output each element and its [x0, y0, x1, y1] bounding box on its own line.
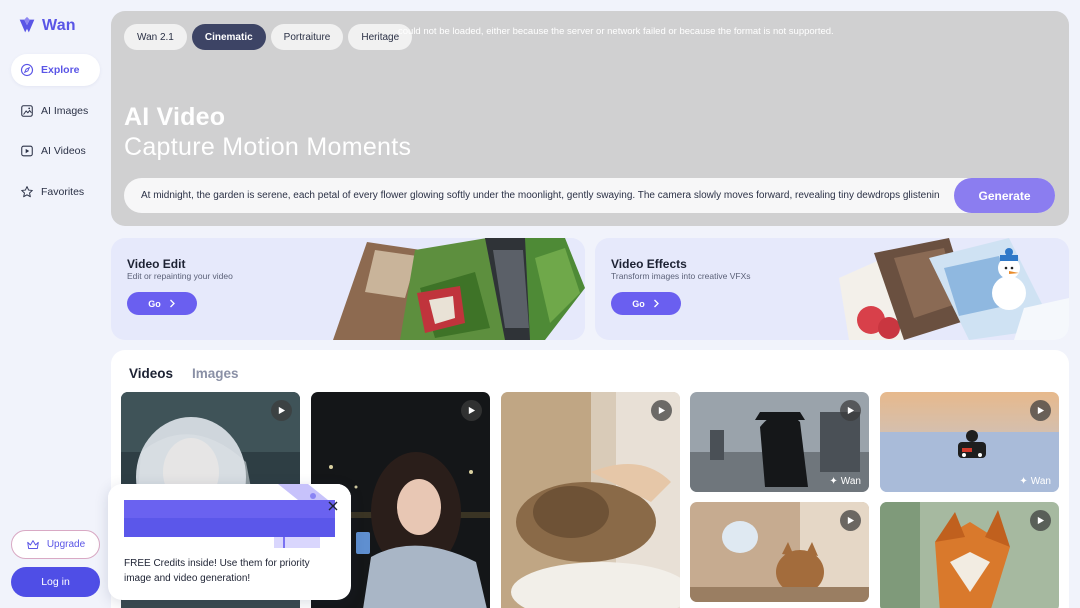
tab-wan-2-1[interactable]: Wan 2.1: [124, 24, 187, 50]
feature-title: Video Effects: [611, 257, 687, 271]
sidebar-item-favorites[interactable]: Favorites: [11, 176, 100, 208]
sleeping-cat-thumbnail: [501, 392, 680, 608]
popup-message: FREE Credits inside! Use them for priori…: [124, 558, 310, 584]
gallery-video-card[interactable]: ✦ Wan: [690, 392, 869, 492]
play-icon: [468, 406, 476, 415]
sidebar-item-label: AI Images: [41, 104, 89, 117]
watermark-label: Wan: [840, 476, 861, 487]
sidebar-item-ai-images[interactable]: AI Images: [11, 95, 100, 127]
feature-title: Video Edit: [127, 257, 186, 271]
media-error-message: could not be loaded, either because the …: [398, 26, 834, 37]
crown-icon: [27, 539, 39, 549]
upgrade-button[interactable]: Upgrade: [11, 530, 100, 559]
play-icon: [847, 516, 855, 525]
play-button[interactable]: [1030, 400, 1051, 421]
upgrade-label: Upgrade: [46, 539, 86, 550]
sidebar-item-explore[interactable]: Explore: [11, 54, 100, 86]
brand-name: Wan: [42, 17, 76, 34]
tab-videos[interactable]: Videos: [129, 366, 173, 381]
play-button[interactable]: [840, 510, 861, 531]
sidebar-item-label: AI Videos: [41, 145, 86, 157]
tab-cinematic[interactable]: Cinematic: [191, 24, 266, 50]
sidebar-item-label: Explore: [41, 64, 80, 76]
hero-subtitle: Capture Motion Moments: [124, 133, 412, 161]
chevron-right-icon: [169, 299, 175, 308]
video-effects-collage-image: [839, 238, 1069, 340]
wan-watermark: ✦ Wan: [829, 476, 861, 487]
chevron-right-icon: [653, 299, 659, 308]
play-button[interactable]: [271, 400, 292, 421]
prompt-input[interactable]: At midnight, the garden is serene, each …: [141, 190, 939, 201]
play-icon: [1037, 406, 1045, 415]
gallery-tabs: Videos Images: [129, 366, 239, 381]
video-effects-go-button[interactable]: Go: [611, 292, 681, 315]
gallery-video-card[interactable]: [501, 392, 680, 608]
free-credits-popup: FREE Credits inside! Use them for priori…: [108, 484, 351, 600]
gallery-video-card[interactable]: [880, 502, 1059, 608]
image-icon: [21, 104, 33, 117]
wan-watermark-icon: ✦: [1019, 476, 1028, 487]
close-icon[interactable]: [327, 500, 339, 512]
video-effects-card[interactable]: Video Effects Transform images into crea…: [595, 238, 1069, 340]
feature-subtitle: Transform images into creative VFXs: [611, 271, 751, 281]
sidebar-item-ai-videos[interactable]: AI Videos: [11, 135, 100, 167]
wan-logo-icon: [19, 16, 35, 33]
hero-title: AI Video: [124, 103, 226, 131]
play-button[interactable]: [461, 400, 482, 421]
play-button[interactable]: [651, 400, 672, 421]
sidebar: Wan Explore AI Images AI Videos Favorite…: [0, 0, 108, 608]
prompt-bar: At midnight, the garden is serene, each …: [124, 178, 1055, 213]
gallery-video-card[interactable]: [690, 502, 869, 602]
go-label: Go: [632, 298, 645, 309]
play-button[interactable]: [840, 400, 861, 421]
wan-watermark-icon: ✦: [829, 476, 838, 487]
compass-icon: [20, 63, 34, 77]
sidebar-item-label: Favorites: [41, 185, 85, 198]
video-edit-card[interactable]: Video Edit Edit or repainting your video…: [111, 238, 585, 340]
play-button[interactable]: [1030, 510, 1051, 531]
video-edit-go-button[interactable]: Go: [127, 292, 197, 315]
video-icon: [21, 145, 33, 157]
credits-banner-image: [108, 484, 351, 548]
generate-button[interactable]: Generate: [954, 178, 1055, 213]
style-tabs: Wan 2.1 Cinematic Portraiture Heritage: [124, 24, 413, 50]
tab-images[interactable]: Images: [192, 366, 239, 381]
hero-banner: Wan 2.1 Cinematic Portraiture Heritage c…: [111, 11, 1069, 226]
star-icon: [21, 185, 33, 197]
play-icon: [658, 406, 666, 415]
feature-subtitle: Edit or repainting your video: [127, 271, 233, 281]
sidebar-nav: Explore AI Images AI Videos Favorites: [11, 54, 100, 216]
brand-logo[interactable]: Wan: [16, 15, 76, 37]
watermark-label: Wan: [1030, 476, 1051, 487]
play-icon: [278, 406, 286, 415]
go-label: Go: [148, 298, 161, 309]
play-icon: [1037, 516, 1045, 525]
play-icon: [847, 406, 855, 415]
gallery-video-card[interactable]: ✦ Wan: [880, 392, 1059, 492]
tab-portraiture[interactable]: Portraiture: [270, 24, 344, 50]
login-button[interactable]: Log in: [11, 567, 100, 597]
video-edit-collage-image: [325, 238, 585, 340]
wan-watermark: ✦ Wan: [1019, 476, 1051, 487]
